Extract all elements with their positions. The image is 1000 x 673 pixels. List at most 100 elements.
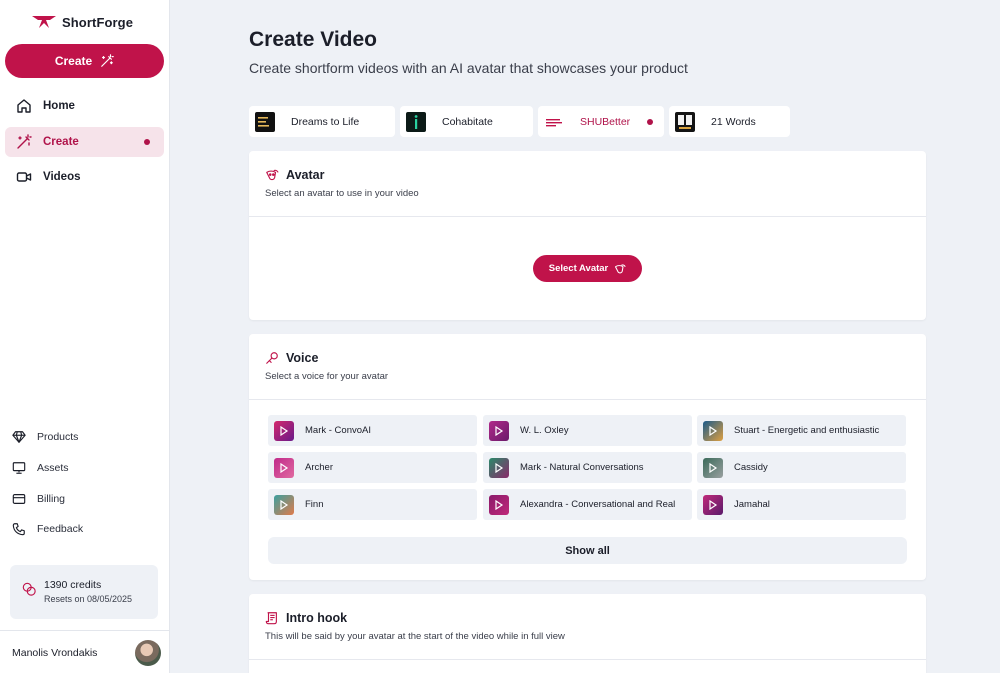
active-indicator-dot xyxy=(144,139,150,145)
diamond-icon xyxy=(12,431,26,443)
voice-label: Finn xyxy=(305,499,324,510)
show-all-voices-button[interactable]: Show all xyxy=(268,537,907,564)
voice-label: Mark - Natural Conversations xyxy=(520,462,644,473)
play-icon xyxy=(709,499,718,510)
voice-option[interactable]: Jamahal xyxy=(697,489,906,520)
voice-preview-button[interactable] xyxy=(489,457,509,478)
voice-preview-button[interactable] xyxy=(489,420,509,441)
mask-icon xyxy=(615,263,626,273)
sidebar-item-home[interactable]: Home xyxy=(5,91,164,121)
sidebar-item-label: Home xyxy=(43,100,75,112)
voice-label: Mark - ConvoAI xyxy=(305,425,371,436)
phone-icon xyxy=(12,523,25,536)
wand-icon xyxy=(17,134,32,149)
play-icon xyxy=(495,425,504,436)
sidebar-item-feedback[interactable]: Feedback xyxy=(12,521,83,537)
voice-preview-button[interactable] xyxy=(703,457,723,478)
product-tab-dreams-to-life[interactable]: Dreams to Life xyxy=(249,106,395,137)
product-thumbnail xyxy=(406,111,426,132)
page-title: Create Video xyxy=(249,28,377,51)
dreams-logo-icon xyxy=(258,116,269,127)
microphone-icon xyxy=(266,352,278,364)
voice-card-header: Voice xyxy=(265,351,318,365)
product-thumbnail xyxy=(255,111,275,132)
product-thumbnail xyxy=(544,111,564,132)
voice-preview-button[interactable] xyxy=(703,420,723,441)
avatar[interactable] xyxy=(135,640,161,666)
voice-preview-button[interactable] xyxy=(274,457,294,478)
voice-preview-button[interactable] xyxy=(489,494,509,515)
sidebar-item-assets[interactable]: Assets xyxy=(12,460,69,476)
page-subtitle: Create shortform videos with an AI avata… xyxy=(249,60,688,76)
sidebar-item-label: Billing xyxy=(37,493,66,505)
cohabitate-logo-icon xyxy=(414,114,418,129)
shortforge-logo-icon xyxy=(32,16,56,28)
play-icon xyxy=(709,462,718,473)
create-button-label: Create xyxy=(54,54,93,68)
voice-card-description: Select a voice for your avatar xyxy=(265,371,389,382)
voice-option[interactable]: Cassidy xyxy=(697,452,906,483)
voice-option[interactable]: Finn xyxy=(268,489,477,520)
voice-option[interactable]: W. L. Oxley xyxy=(483,415,692,446)
monitor-icon xyxy=(12,462,26,474)
select-avatar-button[interactable]: Select Avatar xyxy=(533,255,642,282)
product-tab-label: SHUBetter xyxy=(580,115,631,128)
divider xyxy=(249,659,926,660)
voice-option[interactable]: Alexandra - Conversational and Real xyxy=(483,489,692,520)
voice-label: Cassidy xyxy=(734,462,768,473)
product-tab-shubetter[interactable]: SHUBetter xyxy=(538,106,664,137)
product-tab-label: Cohabitate xyxy=(442,115,493,128)
voice-option[interactable]: Mark - Natural Conversations xyxy=(483,452,692,483)
avatar-card: Avatar Select an avatar to use in your v… xyxy=(249,151,926,320)
user-profile[interactable]: Manolis Vrondakis xyxy=(0,630,170,673)
show-all-label: Show all xyxy=(565,544,610,557)
divider xyxy=(249,399,926,400)
intro-hook-card: Intro hook This will be said by your ava… xyxy=(249,594,926,673)
sidebar-item-label: Create xyxy=(43,136,79,148)
brand[interactable]: ShortForge xyxy=(32,13,133,31)
product-tab-21-words[interactable]: 21 Words xyxy=(669,106,790,137)
coins-icon xyxy=(22,582,36,596)
product-tab-label: Dreams to Life xyxy=(291,115,360,128)
voice-option[interactable]: Archer xyxy=(268,452,477,483)
intro-hook-card-description: This will be said by your avatar at the … xyxy=(265,631,565,642)
sidebar-item-billing[interactable]: Billing xyxy=(12,491,65,507)
sidebar-item-products[interactable]: Products xyxy=(12,429,78,445)
sidebar-item-label: Feedback xyxy=(37,523,84,535)
voice-card-title: Voice xyxy=(286,351,319,365)
home-icon xyxy=(17,99,31,113)
video-icon xyxy=(16,172,32,182)
shubetter-logo-icon xyxy=(546,118,562,126)
sidebar-item-create[interactable]: Create xyxy=(5,127,164,157)
intro-hook-card-title: Intro hook xyxy=(286,611,348,625)
voice-label: Jamahal xyxy=(734,499,770,510)
sidebar-item-label: Products xyxy=(37,431,79,443)
sidebar: ShortForge Create Home Create Videos Pro… xyxy=(0,0,170,673)
sidebar-item-videos[interactable]: Videos xyxy=(5,162,164,192)
voice-preview-button[interactable] xyxy=(274,420,294,441)
product-tab-label: 21 Words xyxy=(711,115,756,128)
voice-label: Alexandra - Conversational and Real xyxy=(520,499,676,510)
sidebar-item-label: Assets xyxy=(37,462,69,474)
select-avatar-label: Select Avatar xyxy=(548,263,609,274)
play-icon xyxy=(280,425,289,436)
play-icon xyxy=(280,499,289,510)
voice-preview-button[interactable] xyxy=(274,494,294,515)
selected-indicator-dot xyxy=(647,119,653,125)
voice-option[interactable]: Stuart - Energetic and enthusiastic xyxy=(697,415,906,446)
create-button[interactable]: Create xyxy=(5,44,164,78)
intro-hook-card-header: Intro hook xyxy=(265,611,347,625)
divider xyxy=(249,216,926,217)
voice-card: Voice Select a voice for your avatar Mar… xyxy=(249,334,926,580)
magic-wand-icon xyxy=(101,54,114,67)
product-thumbnail xyxy=(675,111,695,132)
voice-label: W. L. Oxley xyxy=(520,425,569,436)
card-icon xyxy=(12,494,26,504)
brand-name: ShortForge xyxy=(62,14,134,30)
user-name: Manolis Vrondakis xyxy=(12,647,98,659)
avatar-card-description: Select an avatar to use in your video xyxy=(265,188,419,199)
voice-preview-button[interactable] xyxy=(703,494,723,515)
voice-option[interactable]: Mark - ConvoAI xyxy=(268,415,477,446)
play-icon xyxy=(495,499,504,510)
product-tab-cohabitate[interactable]: Cohabitate xyxy=(400,106,533,137)
